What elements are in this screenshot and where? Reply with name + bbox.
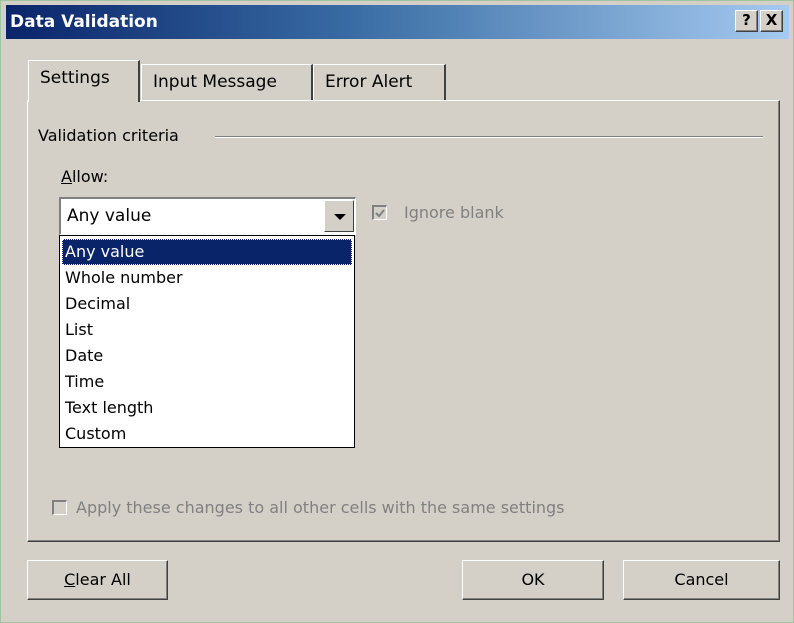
help-icon: ? [742,11,751,29]
checkmark-icon [375,209,385,218]
list-item-any-value[interactable]: Any value [62,239,352,265]
help-button[interactable]: ? [735,10,758,32]
list-item-custom[interactable]: Custom [62,421,352,447]
allow-dropdown-button[interactable] [324,200,354,232]
list-item-decimal[interactable]: Decimal [62,291,352,317]
close-icon: X [765,11,778,29]
allow-label: Allow: [61,167,109,186]
clear-all-button[interactable]: Clear All [27,560,168,600]
list-item-time[interactable]: Time [62,369,352,395]
allow-dropdown-list[interactable]: Any value Whole number Decimal List Date… [59,235,355,448]
list-item-whole-number[interactable]: Whole number [62,265,352,291]
tab-input-message[interactable]: Input Message [141,64,313,100]
title-bar[interactable]: Data Validation ? X [6,5,789,39]
close-button[interactable]: X [760,10,783,32]
list-item-text-length[interactable]: Text length [62,395,352,421]
allow-combobox[interactable]: Any value [59,197,356,235]
allow-selected-value: Any value [67,206,152,226]
cancel-button[interactable]: Cancel [623,560,780,600]
ignore-blank-label: Ignore blank [404,203,504,222]
tab-error-alert[interactable]: Error Alert [313,64,446,100]
apply-to-all-label: Apply these changes to all other cells w… [76,498,565,517]
tab-settings[interactable]: Settings [28,60,140,102]
list-item-list[interactable]: List [62,317,352,343]
group-divider [215,136,763,138]
window-title: Data Validation [10,12,158,32]
apply-to-all-checkbox[interactable] [52,500,67,515]
validation-criteria-label: Validation criteria [38,126,179,145]
chevron-down-icon [334,214,346,220]
ignore-blank-checkbox[interactable] [372,205,387,220]
list-item-date[interactable]: Date [62,343,352,369]
ok-button[interactable]: OK [462,560,604,600]
